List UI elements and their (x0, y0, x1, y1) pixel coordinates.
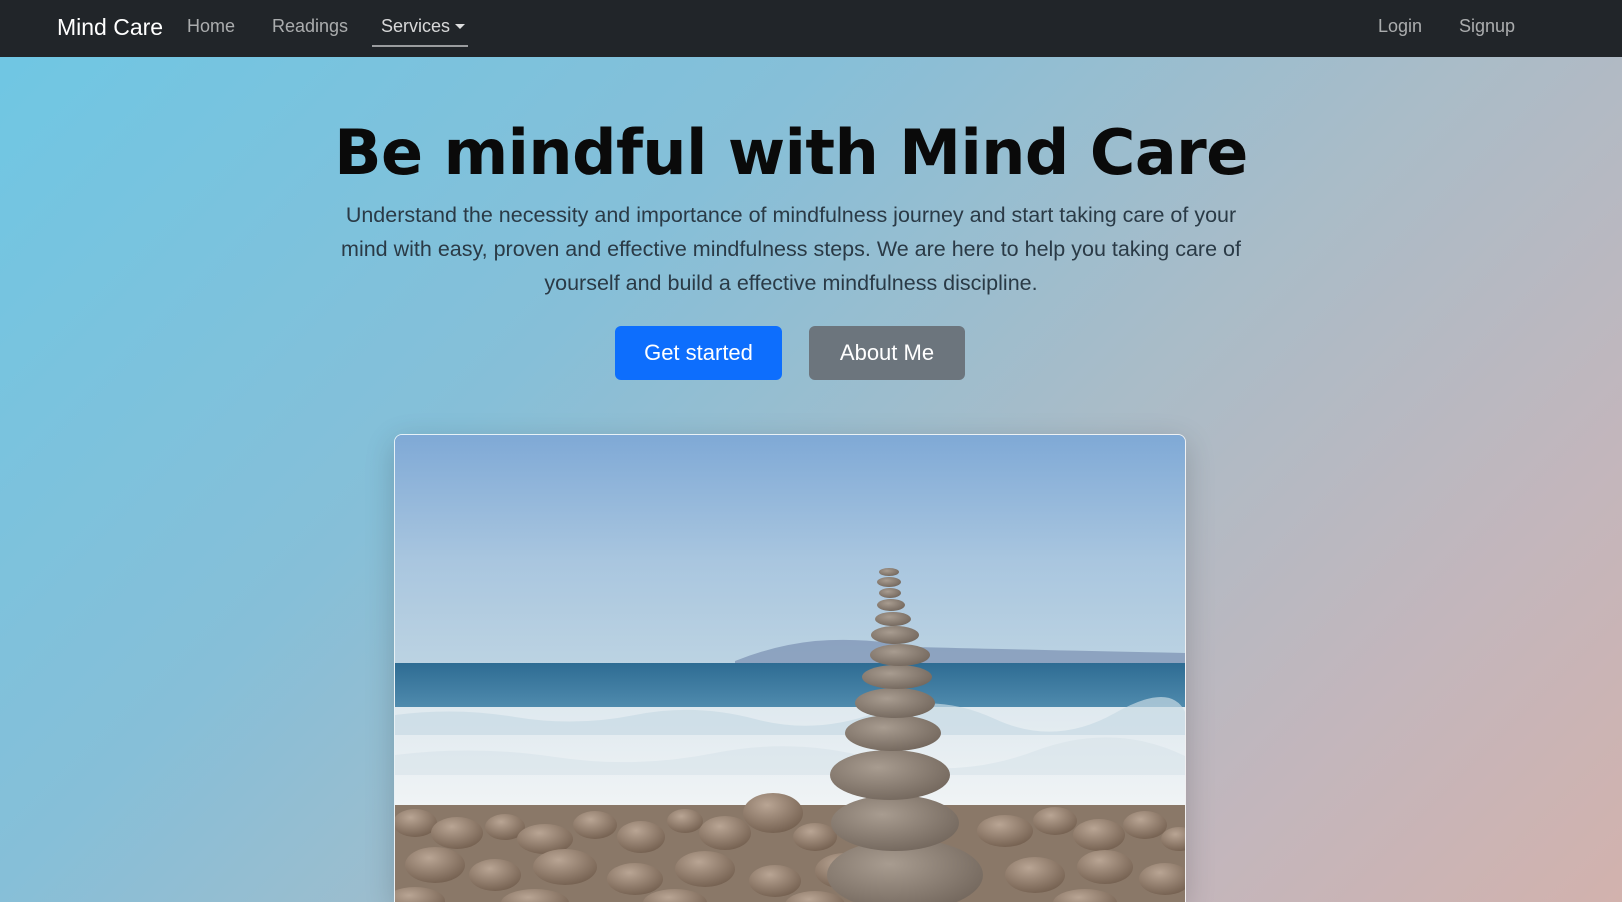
get-started-button[interactable]: Get started (615, 326, 782, 380)
hero-lead-text: Understand the necessity and importance … (341, 203, 1241, 295)
nav-home-link[interactable]: Home (187, 15, 235, 37)
hero-image-stacked-stones (394, 434, 1186, 902)
active-nav-indicator (372, 45, 468, 47)
caret-down-icon (455, 24, 466, 29)
stacked-stones-illustration (395, 435, 1185, 902)
nav-signup-link[interactable]: Signup (1459, 15, 1515, 37)
about-me-button[interactable]: About Me (809, 326, 965, 380)
nav-services-dropdown[interactable]: Services (381, 15, 466, 37)
hero-title: Be mindful with Mind Care (334, 116, 1248, 189)
top-navbar: Mind Care Home Readings Services Login S… (0, 0, 1622, 57)
brand-logo-link[interactable]: Mind Care (57, 13, 163, 41)
nav-readings-link[interactable]: Readings (272, 15, 348, 37)
nav-login-link[interactable]: Login (1378, 15, 1422, 37)
nav-services-label: Services (381, 16, 451, 36)
